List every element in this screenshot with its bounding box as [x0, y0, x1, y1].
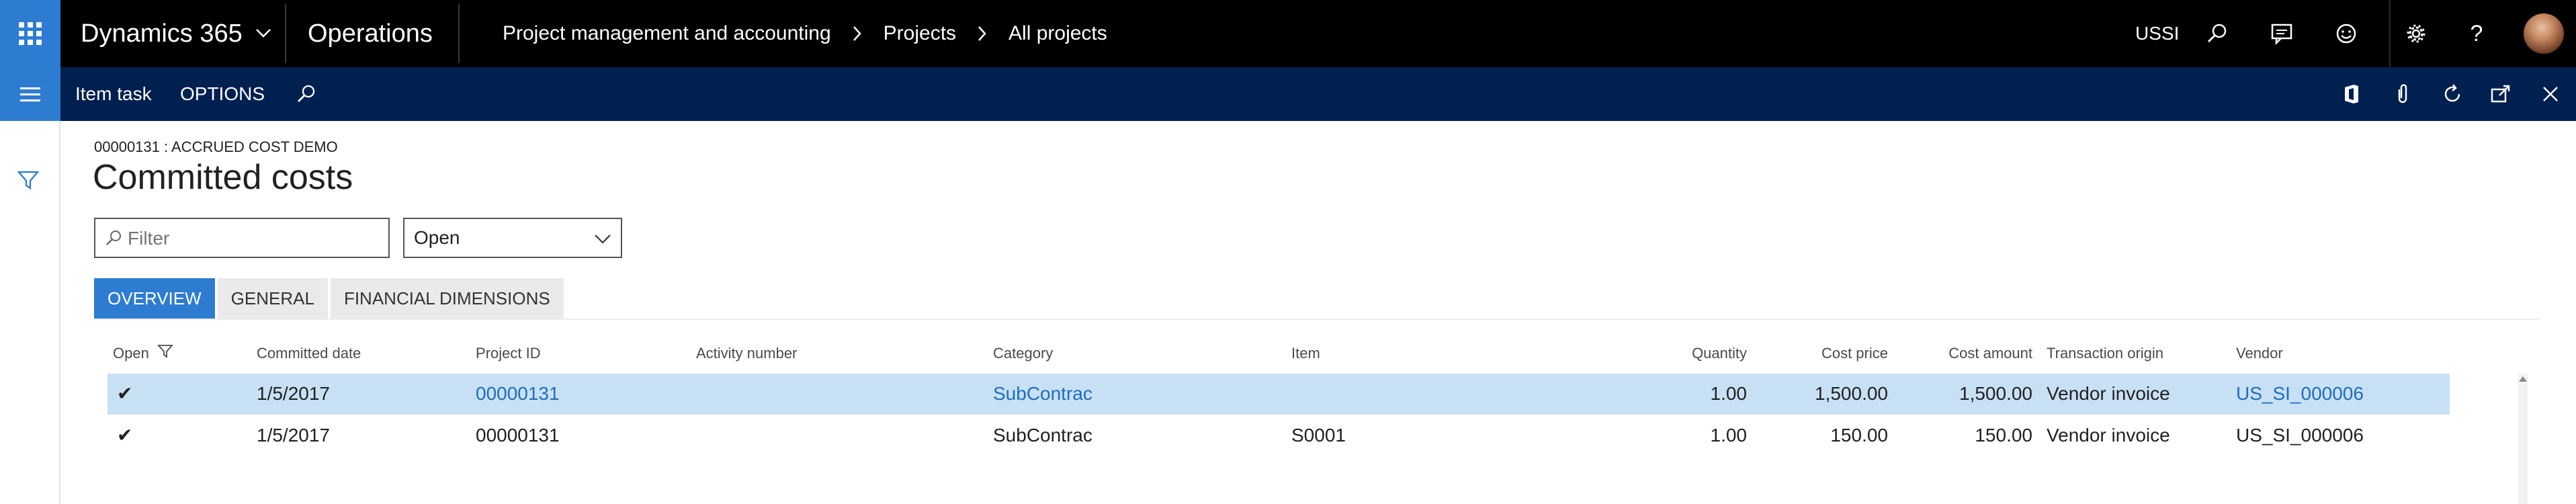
divider — [458, 4, 460, 63]
column-header-item[interactable]: Item — [1291, 340, 1320, 367]
page-title: Committed costs — [93, 158, 353, 197]
navigation-menu-button[interactable] — [0, 67, 60, 121]
grid-header: Open Committed date Project ID Activity … — [108, 340, 2450, 367]
company-picker[interactable]: USSI — [2135, 0, 2179, 67]
vendor-cell: US_SI_000006 — [2236, 425, 2364, 446]
table-row[interactable]: ✔ 1/5/2017 00000131 SubContrac 1.00 1,50… — [108, 374, 2450, 414]
status-dropdown[interactable]: Open — [403, 218, 622, 258]
breadcrumb-item-all-projects[interactable]: All projects — [1008, 0, 1107, 67]
column-header-quantity[interactable]: Quantity — [1559, 340, 1747, 367]
cost-price-cell: 150.00 — [1830, 425, 1888, 446]
item-task-button[interactable]: Item task — [75, 67, 152, 121]
project-id-link[interactable]: 00000131 — [476, 374, 560, 414]
app-launcher-icon — [19, 22, 42, 45]
app-launcher-button[interactable] — [0, 0, 60, 67]
chevron-right-icon — [851, 0, 863, 67]
filter-field[interactable] — [94, 218, 390, 258]
committed-date-cell: 1/5/2017 — [257, 425, 330, 446]
tab-general[interactable]: GENERAL — [217, 278, 328, 319]
project-id-cell: 00000131 — [476, 425, 560, 446]
transaction-origin-cell: Vendor invoice — [2047, 425, 2170, 446]
quantity-cell: 1.00 — [1710, 425, 1748, 446]
breadcrumb-item-projects[interactable]: Projects — [884, 0, 956, 67]
tab-overview[interactable]: OVERVIEW — [94, 278, 215, 319]
gear-icon[interactable] — [2403, 20, 2430, 47]
vertical-scrollbar[interactable] — [2518, 374, 2528, 504]
feedback-icon[interactable] — [2268, 20, 2295, 47]
chevron-down-icon — [593, 228, 613, 249]
tab-financial-dimensions[interactable]: FINANCIAL DIMENSIONS — [330, 278, 564, 319]
column-header-cost-price[interactable]: Cost price — [1760, 340, 1888, 367]
refresh-icon[interactable] — [2439, 81, 2466, 108]
filter-input[interactable] — [128, 224, 383, 253]
column-filter-icon[interactable] — [157, 341, 173, 368]
action-pane: Item task OPTIONS — [0, 67, 2576, 121]
smiley-icon[interactable] — [2333, 20, 2360, 47]
column-header-project-id[interactable]: Project ID — [476, 340, 541, 367]
close-icon[interactable] — [2537, 81, 2564, 108]
category-cell: SubContrac — [993, 425, 1092, 446]
search-icon — [103, 228, 124, 249]
options-button[interactable]: OPTIONS — [180, 67, 265, 121]
column-header-activity-number[interactable]: Activity number — [696, 340, 797, 367]
breadcrumb-item-module[interactable]: Project management and accounting — [503, 0, 831, 67]
column-header-vendor[interactable]: Vendor — [2236, 340, 2283, 367]
module-name: Operations — [308, 19, 433, 48]
item-cell: S0001 — [1291, 425, 1346, 446]
open-new-window-icon[interactable] — [2487, 81, 2514, 108]
cost-price-cell: 1,500.00 — [1815, 383, 1888, 404]
hamburger-icon-bar — [20, 99, 40, 101]
office-icon[interactable] — [2338, 81, 2365, 108]
record-caption: 00000131 : ACCRUED COST DEMO — [94, 138, 338, 155]
column-header-open-label: Open — [113, 345, 149, 362]
divider — [2389, 0, 2391, 67]
divider — [285, 4, 286, 63]
status-dropdown-value: Open — [414, 227, 460, 248]
open-checkmark-icon: ✔ — [117, 425, 133, 446]
quantity-cell: 1.00 — [1710, 383, 1748, 404]
cost-amount-cell: 150.00 — [1975, 425, 2032, 446]
app-name-menu[interactable]: Dynamics 365 — [81, 0, 272, 67]
column-header-cost-amount[interactable]: Cost amount — [1901, 340, 2032, 367]
top-nav-bar: Dynamics 365 Operations Project manageme… — [0, 0, 2576, 67]
app-name: Dynamics 365 — [81, 19, 243, 48]
divider — [94, 319, 2540, 320]
category-link[interactable]: SubContrac — [993, 374, 1092, 414]
column-header-open[interactable]: Open — [113, 340, 173, 367]
filter-pane-strip — [0, 121, 60, 504]
scroll-up-icon[interactable] — [2519, 376, 2527, 382]
tab-strip: OVERVIEW GENERAL FINANCIAL DIMENSIONS — [94, 278, 564, 319]
breadcrumb: Project management and accounting Projec… — [503, 0, 1107, 67]
column-header-transaction-origin[interactable]: Transaction origin — [2047, 340, 2163, 367]
hamburger-icon-bar — [20, 93, 40, 95]
divider — [108, 414, 2450, 415]
vendor-link[interactable]: US_SI_000006 — [2236, 374, 2364, 414]
cost-amount-cell: 1,500.00 — [1959, 383, 2032, 404]
open-checkmark-icon: ✔ — [117, 383, 133, 404]
table-row[interactable]: ✔ 1/5/2017 00000131 SubContrac S0001 1.0… — [108, 415, 2450, 456]
attachment-icon[interactable] — [2389, 81, 2416, 108]
help-icon[interactable]: ? — [2463, 20, 2490, 47]
avatar[interactable] — [2524, 13, 2564, 54]
transaction-origin-cell: Vendor invoice — [2047, 383, 2170, 404]
search-icon[interactable] — [293, 81, 320, 108]
hamburger-icon — [20, 87, 40, 89]
committed-date-cell: 1/5/2017 — [257, 383, 330, 404]
chevron-right-icon — [976, 0, 988, 67]
search-icon[interactable] — [2204, 20, 2231, 47]
column-header-category[interactable]: Category — [993, 340, 1053, 367]
column-header-committed-date[interactable]: Committed date — [257, 340, 361, 367]
filter-icon[interactable] — [16, 168, 43, 195]
